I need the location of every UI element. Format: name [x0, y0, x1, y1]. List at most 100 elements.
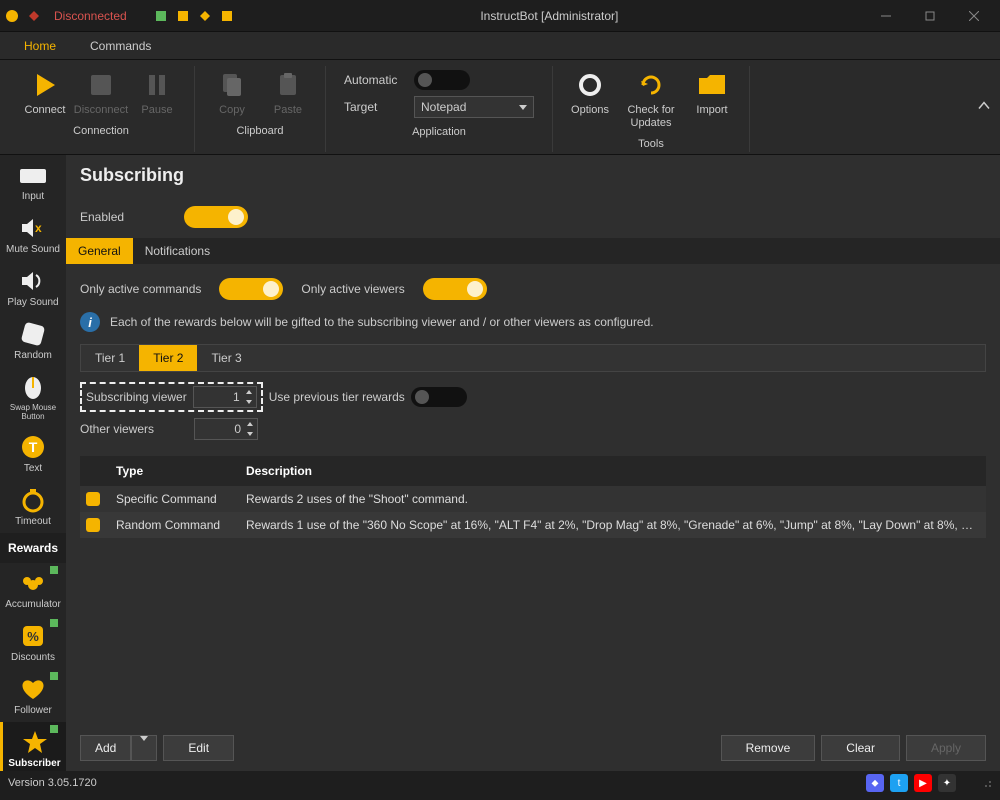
prev-tier-toggle[interactable]	[411, 387, 467, 407]
maximize-button[interactable]	[908, 0, 952, 32]
copy-icon	[217, 70, 247, 100]
spin-up-icon[interactable]	[242, 387, 256, 397]
spin-down-icon[interactable]	[243, 429, 257, 439]
sidebar-item-timeout[interactable]: Timeout	[0, 480, 66, 533]
tier-1-tab[interactable]: Tier 1	[81, 345, 139, 371]
youtube-icon[interactable]: ▶	[914, 774, 932, 792]
enabled-label: Enabled	[80, 210, 124, 224]
active-indicator-icon	[50, 566, 58, 574]
info-text: Each of the rewards below will be gifted…	[110, 315, 654, 329]
menubar: Home Commands	[0, 32, 1000, 60]
chevron-down-icon	[519, 105, 527, 110]
reward-icon	[86, 518, 100, 532]
quick-icon-3[interactable]	[197, 8, 213, 24]
mute-icon: x	[18, 214, 48, 242]
th-desc[interactable]: Description	[236, 464, 986, 478]
sidebar-item-swap[interactable]: Swap Mouse Button	[0, 367, 66, 427]
quick-icon-4[interactable]	[219, 8, 235, 24]
other-viewers-label: Other viewers	[80, 422, 188, 436]
only-viewers-toggle[interactable]	[423, 278, 487, 300]
table-row[interactable]: Random Command Rewards 1 use of the "360…	[80, 512, 986, 538]
menu-commands[interactable]: Commands	[78, 35, 163, 57]
ribbon-collapse-button[interactable]	[978, 100, 990, 115]
spin-up-icon[interactable]	[243, 419, 257, 429]
pause-icon	[142, 70, 172, 100]
page-title: Subscribing	[80, 165, 986, 186]
dice-icon	[18, 320, 48, 348]
misc-icon[interactable]: ✦	[938, 774, 956, 792]
pause-button[interactable]: Pause	[130, 66, 184, 121]
sidebar-item-play[interactable]: Play Sound	[0, 261, 66, 314]
import-button[interactable]: Import	[685, 66, 739, 121]
sidebar-item-mute[interactable]: x Mute Sound	[0, 208, 66, 261]
svg-text:T: T	[29, 439, 38, 455]
table-row[interactable]: Specific Command Rewards 2 uses of the "…	[80, 486, 986, 512]
sidebar: Input x Mute Sound Play Sound Random Swa…	[0, 155, 66, 771]
app-icon	[4, 8, 20, 24]
subscribing-viewer-group: Subscribing viewer 1	[80, 382, 263, 412]
only-commands-label: Only active commands	[80, 282, 201, 296]
ribbon: Connect Disconnect Pause Connection Copy…	[0, 60, 1000, 155]
svg-text:%: %	[27, 629, 39, 644]
heart-icon	[18, 675, 48, 703]
only-viewers-label: Only active viewers	[301, 282, 404, 296]
version-label: Version 3.05.1720	[8, 777, 97, 789]
subtab-general[interactable]: General	[66, 238, 133, 264]
add-dropdown-button[interactable]	[131, 735, 157, 761]
clear-button[interactable]: Clear	[821, 735, 900, 761]
only-commands-toggle[interactable]	[219, 278, 283, 300]
paste-icon	[273, 70, 303, 100]
stopwatch-icon	[18, 486, 48, 514]
add-button[interactable]: Add	[80, 735, 131, 761]
quick-icon-1[interactable]	[153, 8, 169, 24]
connection-status: Disconnected	[54, 9, 127, 23]
chevron-down-icon	[140, 736, 148, 755]
subtab-notifications[interactable]: Notifications	[133, 238, 222, 264]
remove-button[interactable]: Remove	[721, 735, 816, 761]
sound-icon	[18, 267, 48, 295]
svg-text:x: x	[35, 221, 42, 235]
options-button[interactable]: Options	[563, 66, 617, 121]
sidebar-item-accumulator[interactable]: Accumulator	[0, 563, 66, 616]
connect-button[interactable]: Connect	[18, 66, 72, 121]
titlebar: Disconnected InstructBot [Administrator]	[0, 0, 1000, 32]
quick-icon-2[interactable]	[175, 8, 191, 24]
refresh-icon	[636, 70, 666, 100]
discord-icon[interactable]: ⬥	[866, 774, 884, 792]
sidebar-item-follower[interactable]: Follower	[0, 669, 66, 722]
paste-button[interactable]: Paste	[261, 66, 315, 121]
sidebar-item-discounts[interactable]: % Discounts	[0, 616, 66, 669]
apply-button[interactable]: Apply	[906, 735, 986, 761]
menu-home[interactable]: Home	[12, 35, 68, 57]
rewards-table: Type Description Specific Command Reward…	[80, 456, 986, 725]
minimize-button[interactable]	[864, 0, 908, 32]
percent-icon: %	[18, 622, 48, 650]
automatic-toggle[interactable]	[414, 70, 470, 90]
th-type[interactable]: Type	[106, 464, 236, 478]
tier-2-tab[interactable]: Tier 2	[139, 345, 197, 371]
twitter-icon[interactable]: t	[890, 774, 908, 792]
check-updates-button[interactable]: Check for Updates	[619, 66, 683, 134]
active-indicator-icon	[50, 619, 58, 627]
spin-down-icon[interactable]	[242, 397, 256, 407]
edit-button[interactable]: Edit	[163, 735, 234, 761]
group-tools-label: Tools	[638, 138, 664, 150]
subscribing-viewer-input[interactable]: 1	[193, 386, 257, 408]
other-viewers-input[interactable]: 0	[194, 418, 258, 440]
target-combo[interactable]: Notepad	[414, 96, 534, 118]
sidebar-item-input[interactable]: Input	[0, 155, 66, 208]
sidebar-item-text[interactable]: T Text	[0, 427, 66, 480]
sidebar-item-random[interactable]: Random	[0, 314, 66, 367]
star-icon	[20, 728, 50, 756]
tier-3-tab[interactable]: Tier 3	[197, 345, 255, 371]
resize-grip-icon[interactable]	[980, 776, 992, 791]
automatic-label: Automatic	[344, 73, 404, 87]
copy-button[interactable]: Copy	[205, 66, 259, 121]
info-icon: i	[80, 312, 100, 332]
text-icon: T	[18, 433, 48, 461]
enabled-toggle[interactable]	[184, 206, 248, 228]
disconnect-button[interactable]: Disconnect	[74, 66, 128, 121]
reward-icon	[86, 492, 100, 506]
close-button[interactable]	[952, 0, 996, 32]
sidebar-item-subscriber[interactable]: Subscriber	[0, 722, 66, 771]
